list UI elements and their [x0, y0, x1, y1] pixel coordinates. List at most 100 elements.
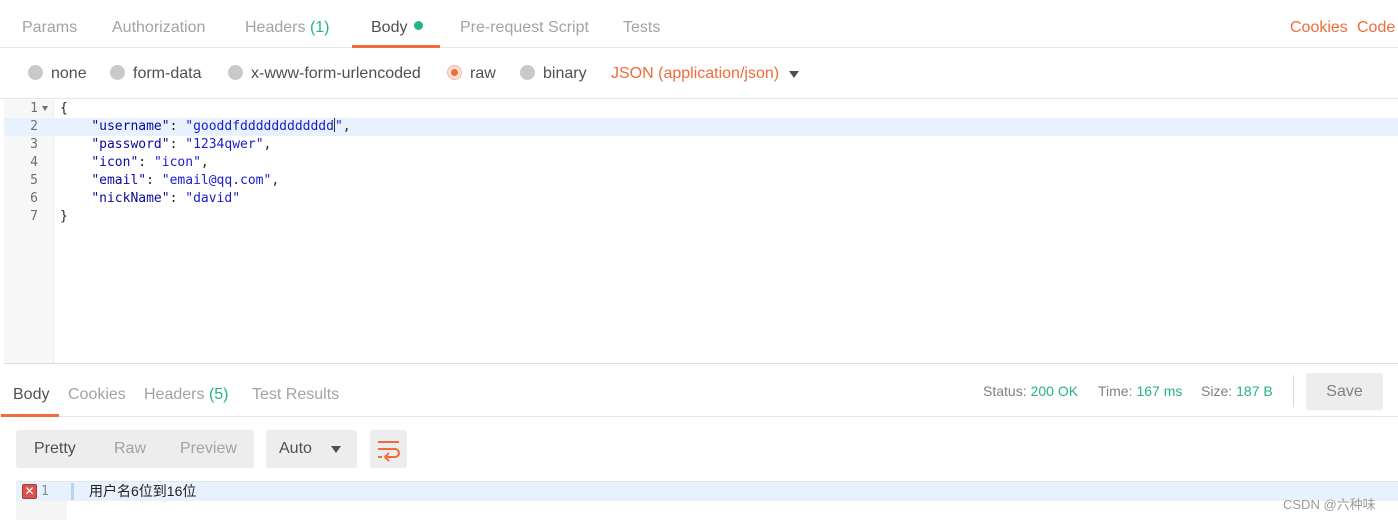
time-readout: Time: 167 ms	[1098, 365, 1182, 417]
size-readout: Size: 187 B	[1201, 365, 1273, 417]
code-text: "username": "gooddfdddddddddddd",	[91, 118, 351, 134]
json-key: "email"	[91, 173, 147, 188]
radio-icon	[110, 65, 125, 80]
request-body-editor[interactable]: 1 { 2 "username": "gooddfdddddddddddd", …	[4, 100, 1398, 364]
response-tab-body[interactable]: Body	[0, 365, 61, 417]
editor-line: 5 "email": "email@qq.com",	[4, 172, 1398, 190]
json-key: "icon"	[91, 155, 139, 170]
preview-button[interactable]: Preview	[180, 430, 237, 468]
radio-binary[interactable]: binary	[520, 49, 587, 99]
editor-line: 7 }	[4, 208, 1398, 226]
json-value: "david"	[185, 191, 241, 206]
status-label: Status:	[983, 383, 1027, 399]
tab-label: Headers	[245, 19, 306, 36]
radio-icon	[28, 65, 43, 80]
tab-label: Tests	[623, 19, 661, 36]
line-number: 5	[30, 173, 38, 188]
radio-form-data[interactable]: form-data	[110, 49, 201, 99]
editor-line-active: 2 "username": "gooddfdddddddddddd",	[4, 118, 1398, 136]
size-value: 187 B	[1236, 383, 1273, 399]
view-mode-group: Pretty Raw Preview	[16, 430, 254, 468]
chevron-down-icon	[331, 446, 341, 453]
editor-line: 6 "nickName": "david"	[4, 190, 1398, 208]
tab-params[interactable]: Params	[3, 0, 96, 48]
code-text: "email": "email@qq.com",	[91, 173, 280, 188]
format-select[interactable]: Auto	[266, 430, 357, 468]
fold-arrow-icon[interactable]	[42, 106, 48, 111]
json-comma: ,	[200, 155, 209, 170]
response-tab-headers[interactable]: Headers (5)	[144, 365, 229, 417]
response-tab-cookies[interactable]: Cookies	[68, 365, 126, 417]
editor-line: 3 "password": "1234qwer",	[4, 136, 1398, 154]
line-number: 7	[30, 209, 38, 224]
cookies-link[interactable]: Cookies	[1290, 0, 1348, 48]
json-value-tail: "	[334, 119, 343, 134]
line-number: 1	[41, 484, 49, 499]
tab-label: Params	[22, 19, 78, 36]
tab-label: Authorization	[112, 19, 206, 36]
status-value: 200 OK	[1030, 383, 1079, 399]
tab-body[interactable]: Body	[352, 0, 440, 48]
error-icon: ✕	[22, 484, 37, 499]
headers-count: (5)	[208, 386, 229, 403]
wrap-lines-icon	[378, 441, 400, 462]
radio-none[interactable]: none	[28, 49, 87, 99]
response-bar: Body Cookies Headers (5) Test Results St…	[0, 365, 1398, 417]
json-value: "1234qwer"	[185, 137, 264, 152]
watermark: CSDN @六种味	[1283, 497, 1376, 512]
tab-label: Pre-request Script	[460, 19, 589, 36]
line-number: 4	[30, 155, 38, 170]
headers-count: (1)	[309, 19, 330, 36]
code-link[interactable]: Code	[1357, 0, 1395, 48]
json-comma: ,	[271, 173, 280, 188]
line-number: 3	[30, 137, 38, 152]
format-select-value: Auto	[279, 440, 312, 457]
radio-icon	[520, 65, 535, 80]
editor-line: 4 "icon": "icon",	[4, 154, 1398, 172]
raw-button[interactable]: Raw	[114, 430, 146, 468]
response-tab-test-results[interactable]: Test Results	[252, 365, 339, 417]
tab-prerequest-script[interactable]: Pre-request Script	[441, 0, 608, 48]
tab-label: Headers	[144, 386, 205, 403]
radio-raw[interactable]: raw	[447, 49, 496, 99]
code-text: "password": "1234qwer",	[91, 137, 272, 152]
body-modified-dot-icon	[414, 21, 424, 30]
code-text: {	[60, 101, 68, 116]
time-value: 167 ms	[1136, 383, 1183, 399]
json-value: "gooddfdddddddddddd	[185, 119, 334, 134]
json-value: "icon"	[153, 155, 201, 170]
indent-guide	[71, 483, 74, 500]
tab-headers[interactable]: Headers (1)	[226, 0, 349, 48]
code-text: "icon": "icon",	[91, 155, 209, 170]
save-response-button[interactable]: Save	[1306, 373, 1383, 410]
response-text: 用户名6位到16位	[89, 483, 197, 499]
pretty-button[interactable]: Pretty	[34, 430, 76, 468]
code-text: "nickName": "david"	[91, 191, 241, 206]
tab-authorization[interactable]: Authorization	[93, 0, 224, 48]
editor-line: 1 {	[4, 100, 1398, 118]
wrap-lines-button[interactable]	[370, 430, 407, 468]
tab-label: Body	[371, 19, 408, 36]
size-label: Size:	[1201, 383, 1233, 399]
line-number: 1	[30, 101, 38, 116]
radio-label: x-www-form-urlencoded	[251, 65, 421, 82]
json-key: "password"	[91, 137, 170, 152]
chevron-down-icon[interactable]	[789, 71, 799, 78]
code-text: }	[60, 209, 68, 224]
content-type-dropdown[interactable]: JSON (application/json)	[611, 49, 779, 99]
json-value: "email@qq.com"	[161, 173, 272, 188]
line-number: 2	[30, 119, 38, 134]
time-label: Time:	[1098, 383, 1133, 399]
status-readout: Status: 200 OK	[983, 365, 1078, 417]
json-comma: ,	[342, 119, 351, 134]
request-tabs: Params Authorization Headers (1) Body Pr…	[0, 0, 1398, 48]
tab-tests[interactable]: Tests	[604, 0, 679, 48]
radio-urlencoded[interactable]: x-www-form-urlencoded	[228, 49, 421, 99]
body-type-options: none form-data x-www-form-urlencoded raw…	[0, 49, 1398, 99]
line-number: 6	[30, 191, 38, 206]
json-comma: ,	[263, 137, 272, 152]
json-key: "username"	[91, 119, 170, 134]
radio-icon	[228, 65, 243, 80]
viewer-line: ✕ 1 用户名6位到16位	[16, 482, 1398, 501]
response-body-viewer[interactable]: ✕ 1 用户名6位到16位	[16, 481, 1398, 520]
